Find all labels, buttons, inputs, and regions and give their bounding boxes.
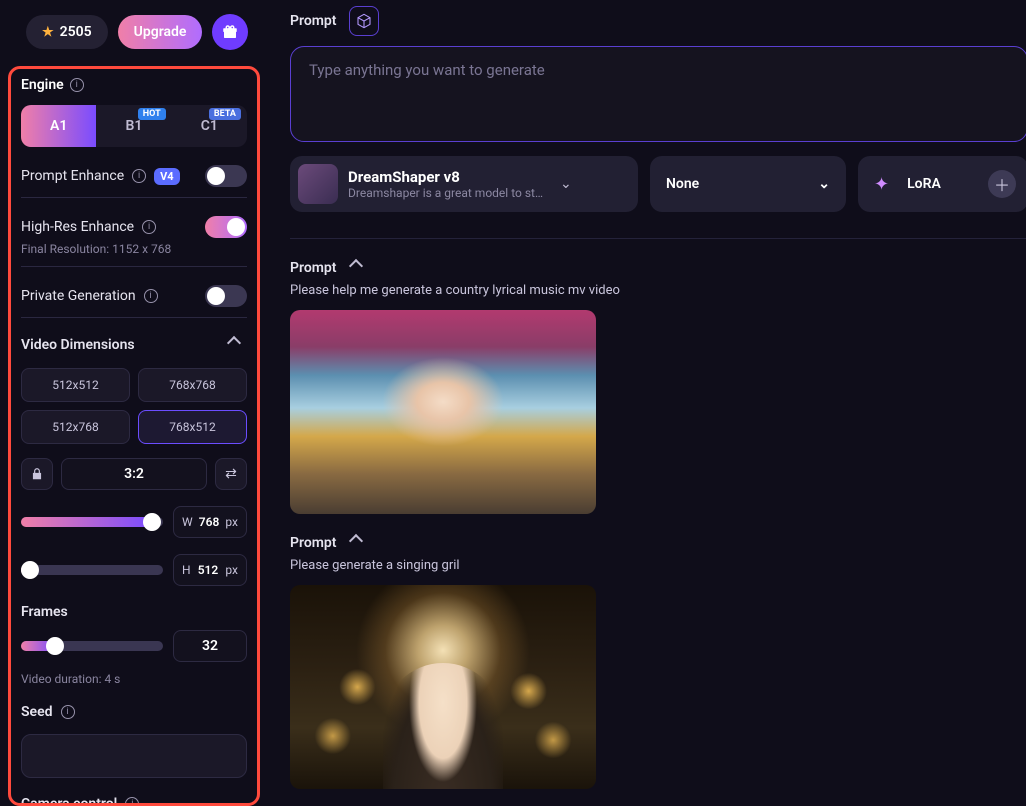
model-name: DreamShaper v8 xyxy=(348,168,548,186)
lock-button[interactable] xyxy=(21,458,53,490)
beta-badge: BETA xyxy=(209,108,241,120)
history-image-0[interactable] xyxy=(290,310,596,514)
settings-panel: Enginei A1 B1HOT C1BETA Prompt EnhanceiV… xyxy=(8,66,260,806)
prompt-enhance-label: Prompt Enhance xyxy=(21,168,124,184)
seed-input[interactable] xyxy=(21,734,247,778)
engine-tabs: A1 B1HOT C1BETA xyxy=(21,105,247,147)
frames-value: 32 xyxy=(173,630,247,662)
gift-button[interactable] xyxy=(212,14,248,50)
camera-label: Camera control xyxy=(21,796,117,806)
private-gen-toggle[interactable] xyxy=(205,285,247,307)
info-icon[interactable]: i xyxy=(61,705,75,719)
seed-label: Seed xyxy=(21,704,53,720)
ratio-display[interactable]: 3:2 xyxy=(61,458,207,490)
engine-tab-b1[interactable]: B1HOT xyxy=(96,105,171,147)
lora-label: LoRA xyxy=(907,176,941,192)
swap-button[interactable]: ⇄ xyxy=(215,458,247,490)
upgrade-button[interactable]: Upgrade xyxy=(118,15,203,49)
hires-label: High-Res Enhance xyxy=(21,219,134,235)
lock-icon xyxy=(30,467,44,481)
engine-tab-a1[interactable]: A1 xyxy=(21,105,96,147)
model-desc: Dreamshaper is a great model to start wi… xyxy=(348,186,548,200)
star-icon: ★ xyxy=(42,25,54,40)
chevron-up-icon xyxy=(351,534,369,552)
width-value: W768px xyxy=(173,506,247,538)
dim-preset-0[interactable]: 512x512 xyxy=(21,368,130,402)
history-prompt-1: Please generate a singing gril xyxy=(290,558,1026,573)
prompt-enhance-toggle[interactable] xyxy=(205,165,247,187)
info-icon[interactable]: i xyxy=(142,220,156,234)
video-duration: Video duration: 4 s xyxy=(21,672,247,686)
dim-preset-3[interactable]: 768x512 xyxy=(138,410,247,444)
prompt-placeholder: Type anything you want to generate xyxy=(309,61,545,79)
height-slider[interactable] xyxy=(21,565,163,575)
cube-icon xyxy=(356,13,372,29)
chevron-up-icon xyxy=(351,259,369,277)
vae-select[interactable]: None ⌄ xyxy=(650,156,846,212)
dim-preset-2[interactable]: 512x768 xyxy=(21,410,130,444)
chevron-down-icon: ⌄ xyxy=(560,176,572,192)
frames-slider[interactable] xyxy=(21,641,163,651)
lora-button[interactable]: ✦ LoRA ＋ xyxy=(858,156,1026,212)
chevron-down-icon: ⌄ xyxy=(818,176,830,192)
info-icon[interactable]: i xyxy=(144,289,158,303)
hires-note: Final Resolution: 1152 x 768 xyxy=(21,242,247,256)
dimensions-label: Video Dimensions xyxy=(21,337,135,353)
gift-icon xyxy=(221,23,239,41)
engine-label: Engine xyxy=(21,77,64,93)
info-icon[interactable]: i xyxy=(125,797,139,806)
private-gen-label: Private Generation xyxy=(21,288,136,304)
width-slider[interactable] xyxy=(21,517,163,527)
vae-value: None xyxy=(666,176,699,192)
plus-icon: ＋ xyxy=(988,170,1016,198)
history-item-header-1[interactable]: Prompt xyxy=(290,534,1026,552)
history-prompt-0: Please help me generate a country lyrica… xyxy=(290,283,1026,298)
model-select[interactable]: DreamShaper v8 Dreamshaper is a great mo… xyxy=(290,156,638,212)
hires-toggle[interactable] xyxy=(205,216,247,238)
info-icon[interactable]: i xyxy=(132,169,146,183)
frames-label: Frames xyxy=(21,604,68,620)
credits-pill[interactable]: ★ 2505 xyxy=(26,15,108,49)
credits-value: 2505 xyxy=(60,24,92,40)
model-cube-button[interactable] xyxy=(349,6,379,36)
v4-badge: V4 xyxy=(154,168,180,185)
sparkle-icon: ✦ xyxy=(874,174,889,195)
model-thumb xyxy=(298,164,338,204)
info-icon[interactable]: i xyxy=(70,78,84,92)
prompt-textarea[interactable]: Type anything you want to generate xyxy=(290,46,1026,142)
history-item-header-0[interactable]: Prompt xyxy=(290,259,1026,277)
dim-preset-1[interactable]: 768x768 xyxy=(138,368,247,402)
hot-badge: HOT xyxy=(138,108,166,120)
engine-tab-c1[interactable]: C1BETA xyxy=(172,105,247,147)
history-image-1[interactable] xyxy=(290,585,596,789)
chevron-up-icon[interactable] xyxy=(229,336,247,354)
prompt-label: Prompt xyxy=(290,13,337,29)
height-value: H512px xyxy=(173,554,247,586)
